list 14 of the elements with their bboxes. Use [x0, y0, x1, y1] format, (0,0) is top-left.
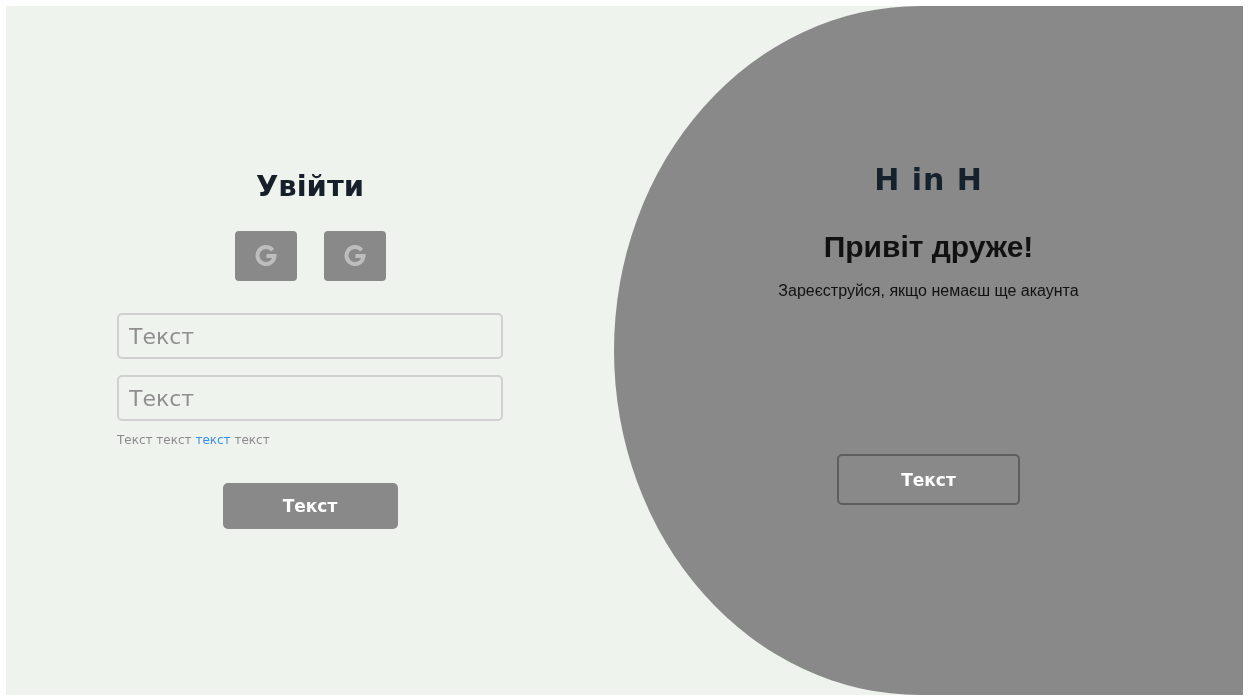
- submit-button[interactable]: Текст: [222, 483, 398, 529]
- hint-text: Текст текст текст текст: [117, 433, 271, 447]
- google-button[interactable]: [234, 231, 297, 281]
- login-title: Увійти: [255, 168, 365, 205]
- g-icon: [252, 243, 279, 269]
- register-button[interactable]: Текст: [837, 454, 1020, 505]
- google-button[interactable]: [323, 231, 386, 281]
- hint-link[interactable]: текст: [195, 433, 231, 447]
- input-field[interactable]: Текст: [117, 313, 503, 359]
- welcome-subtitle: Зареєструйся, якщо немаєш ще акаунта: [778, 282, 1079, 300]
- logo: H in H: [874, 161, 983, 199]
- g-icon: [341, 243, 368, 269]
- input-field[interactable]: Текст: [117, 375, 503, 421]
- welcome-title: Привіт друже!: [823, 230, 1034, 264]
